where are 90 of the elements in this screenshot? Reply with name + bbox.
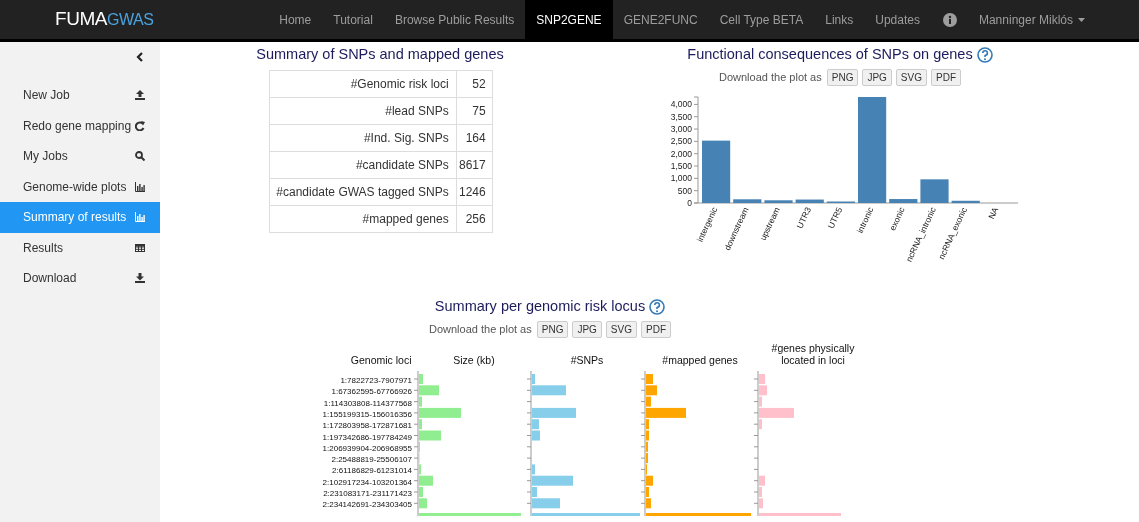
nav-link[interactable]: Updates <box>864 0 931 39</box>
tick-label: 0 <box>687 197 692 208</box>
category-label: NA <box>986 205 1001 221</box>
category-label: UTR3 <box>794 205 813 230</box>
column-header: #mapped genes <box>661 353 739 366</box>
download-label: Download the plot as <box>719 70 822 85</box>
refresh-icon <box>135 120 145 131</box>
column-header: #SNPs <box>569 353 605 366</box>
bar <box>951 200 980 203</box>
download-button[interactable]: SVG <box>895 68 927 86</box>
tick-label: 2,000 <box>670 148 692 159</box>
tick-label: 1,000 <box>670 173 692 184</box>
download-button[interactable]: PDF <box>931 68 961 86</box>
logo[interactable]: FUMAGWAS <box>55 5 154 34</box>
locus-label: 2:231083171-231171423 <box>322 488 412 498</box>
locus-label: 1:7822723-7907971 <box>339 375 412 385</box>
table-cell: 75 <box>456 97 493 125</box>
nav-link[interactable]: GENE2FUNC <box>612 0 709 39</box>
locus-label: 1:67362595-67766926 <box>330 386 412 396</box>
nav-link[interactable]: Browse Public Results <box>383 0 526 39</box>
locus-label: 1:172803958-172871681 <box>322 420 412 430</box>
bar <box>733 199 762 203</box>
table-cell: #Ind. Sig. SNPs <box>269 124 457 152</box>
download-button[interactable]: SVG <box>605 320 637 338</box>
sidebar-item[interactable]: Genome-wide plots <box>0 171 160 202</box>
tick-label: 3,500 <box>670 111 692 122</box>
locus-label: 1:155199315-156016356 <box>322 409 412 419</box>
section-title: Summary of SNPs and mapped genes <box>256 45 504 64</box>
column-header: Genomic loci <box>350 353 412 366</box>
download-button[interactable]: JPG <box>572 320 602 338</box>
chevron-left-icon <box>136 52 144 62</box>
table-cell: 256 <box>456 205 493 233</box>
locus-label: 1:206939904-206968955 <box>322 443 412 453</box>
category-label: exonic <box>887 205 907 232</box>
info-icon <box>942 12 957 27</box>
sidebar-item[interactable]: Redo gene mapping <box>0 110 160 141</box>
column-header: #genes physically located in loci <box>770 341 856 366</box>
search-icon <box>135 151 145 162</box>
tick-label: 4,000 <box>670 99 692 110</box>
table-cell: #Genomic risk loci <box>269 70 457 98</box>
download-icon <box>135 273 145 284</box>
download-button[interactable]: JPG <box>862 68 892 86</box>
table-cell: 52 <box>456 70 493 98</box>
help-icon <box>649 298 666 315</box>
table-cell: #mapped genes <box>269 205 457 233</box>
table-icon <box>135 242 145 253</box>
user-menu[interactable]: Manninger Miklós <box>968 10 1095 29</box>
table-cell: #candidate SNPs <box>269 151 457 179</box>
sidebar-item[interactable]: Download <box>0 263 160 294</box>
caret-icon <box>1078 17 1085 22</box>
table-cell: #lead SNPs <box>269 97 457 125</box>
nav-link[interactable]: Cell Type BETA <box>708 0 815 39</box>
nav-link[interactable]: Home <box>268 0 323 39</box>
tick-label: 3,000 <box>670 123 692 134</box>
table-cell: 8617 <box>456 151 493 179</box>
locus-label: 2:61186829-61231014 <box>331 465 412 475</box>
bar <box>702 140 731 203</box>
sidebar-item[interactable]: Results <box>0 232 160 263</box>
table-cell: #candidate GWAS tagged SNPs <box>269 178 457 206</box>
locus-label: 1:197342686-197784249 <box>322 432 412 441</box>
bar-chart-icon <box>135 181 145 192</box>
sidebar-item[interactable]: My Jobs <box>0 141 160 172</box>
download-button[interactable]: PDF <box>641 320 671 338</box>
category-label: UTR5 <box>825 205 845 230</box>
nav-link[interactable]: SNP2GENE <box>525 0 613 39</box>
locus-label: 2:25488819-25506107 <box>330 454 412 464</box>
bar <box>795 199 824 203</box>
tick-label: 500 <box>677 185 692 196</box>
bar <box>764 200 793 203</box>
locus-label: 2:234142691-234303405 <box>322 499 412 509</box>
section-title: Summary per genomic risk locus <box>434 296 646 316</box>
upload-icon <box>135 90 145 101</box>
column-header: Size (kb) <box>452 353 496 366</box>
bar-chart-icon <box>135 212 145 223</box>
nav-link[interactable]: Tutorial <box>322 0 384 39</box>
help-icon <box>976 46 993 63</box>
download-button[interactable]: PNG <box>536 320 569 338</box>
nav-link[interactable]: Links <box>814 0 865 39</box>
bar <box>889 198 918 203</box>
locus-label: 2:102917234-103201364 <box>322 477 412 487</box>
download-button[interactable]: PNG <box>826 68 859 86</box>
tick-label: 2,500 <box>670 136 692 147</box>
section-title: Functional consequences of SNPs on genes <box>687 45 973 64</box>
tick-label: 1,500 <box>670 160 692 171</box>
locus-label: 1:114303808-114377568 <box>323 398 412 408</box>
download-label: Download the plot as <box>429 321 532 337</box>
sidebar-item[interactable]: New Job <box>0 80 160 111</box>
table-cell: 1246 <box>456 178 493 206</box>
bar <box>920 179 949 203</box>
table-cell: 164 <box>456 124 493 152</box>
